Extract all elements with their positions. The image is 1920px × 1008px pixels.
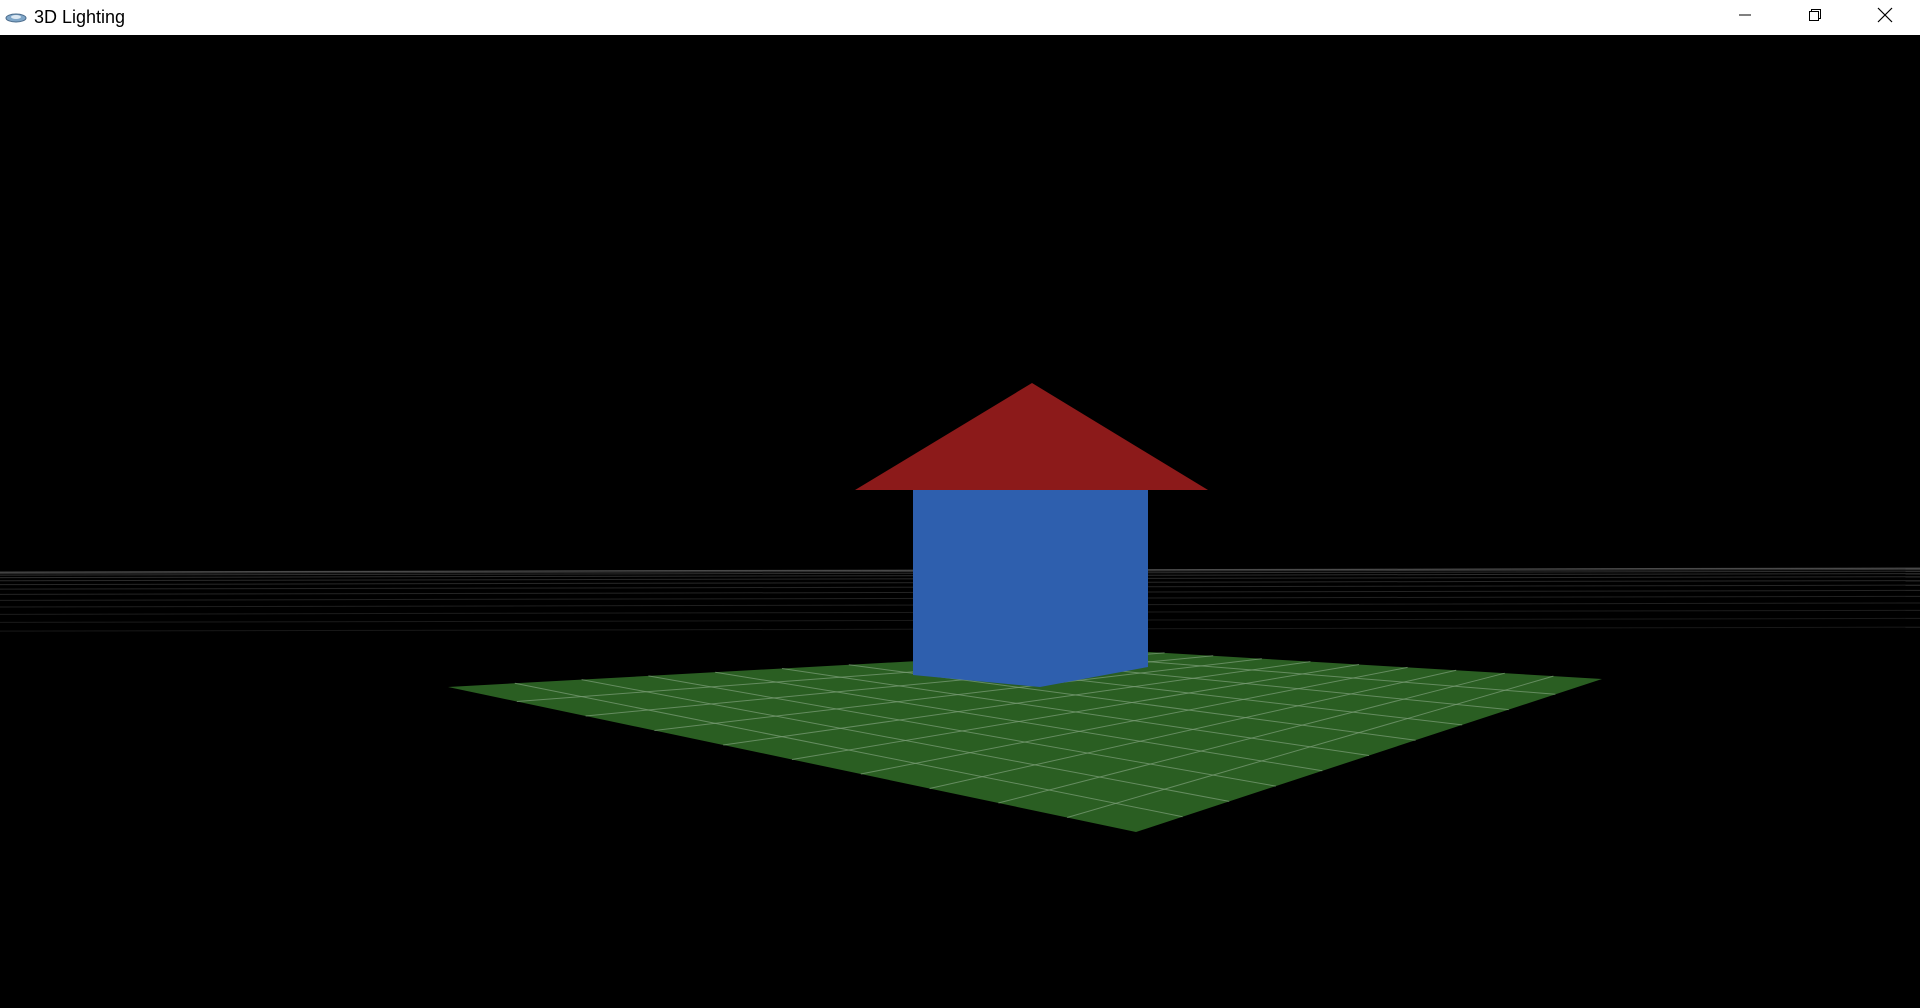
- render-viewport[interactable]: [0, 35, 1920, 1008]
- restore-icon: [1808, 8, 1822, 27]
- app-window: 3D Lighting: [0, 0, 1920, 1008]
- window-title: 3D Lighting: [34, 7, 126, 27]
- title-bar[interactable]: 3D Lighting: [0, 0, 1920, 35]
- house-walls: [913, 488, 1148, 687]
- minimize-button[interactable]: [1710, 0, 1780, 35]
- app-icon: [4, 8, 28, 28]
- close-button[interactable]: [1850, 0, 1920, 35]
- restore-button[interactable]: [1780, 0, 1850, 35]
- window-controls: [1710, 0, 1920, 35]
- scene-canvas: [0, 35, 1920, 1008]
- minimize-icon: [1738, 8, 1752, 27]
- close-icon: [1877, 7, 1893, 28]
